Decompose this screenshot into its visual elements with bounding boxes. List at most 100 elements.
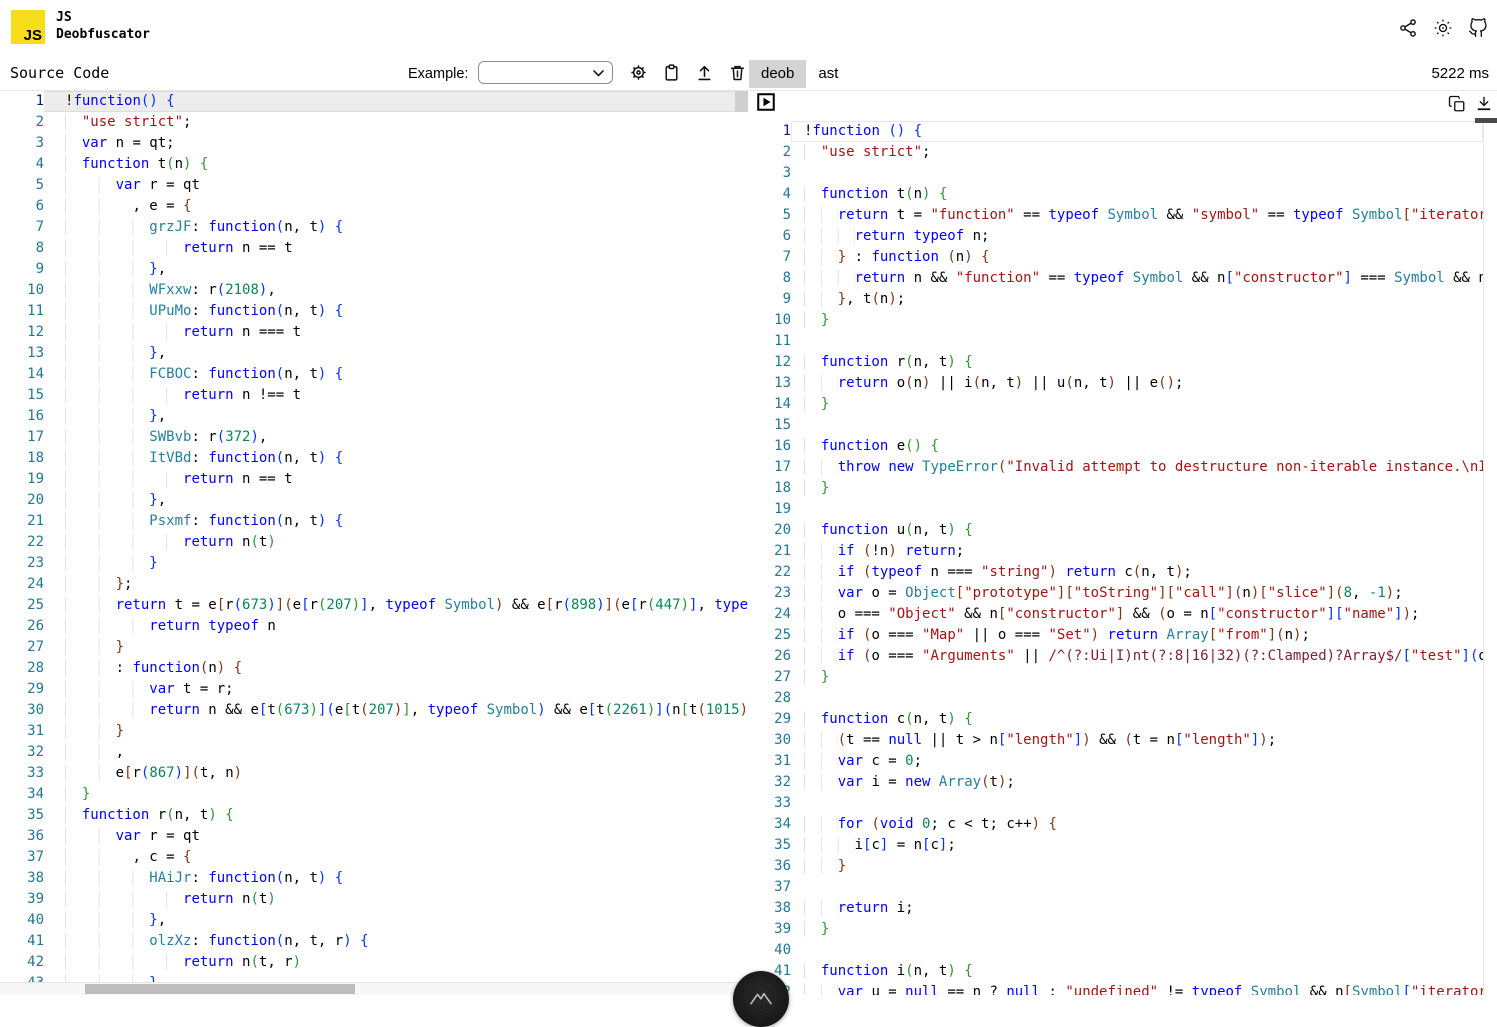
- code-line[interactable]: 28 : function(n) {: [0, 658, 748, 679]
- code-line[interactable]: 15 return n !== t: [0, 385, 748, 406]
- github-link-button[interactable]: [1466, 16, 1490, 40]
- code-line[interactable]: 3: [762, 163, 1483, 184]
- code-line-content[interactable]: }: [44, 553, 748, 574]
- code-line-content[interactable]: , e = {: [44, 196, 748, 217]
- left-editor-horizontal-scrollbar-thumb[interactable]: [85, 984, 355, 994]
- code-line[interactable]: 4 function t(n) {: [0, 154, 748, 175]
- code-line-content[interactable]: function u(n, t) {: [791, 520, 1483, 541]
- code-line[interactable]: 20 function u(n, t) {: [762, 520, 1483, 541]
- code-line[interactable]: 23 var o = Object["prototype"]["toString…: [762, 583, 1483, 604]
- code-line-content[interactable]: [791, 793, 1483, 814]
- copy-output-button[interactable]: [1445, 92, 1469, 116]
- code-line-content[interactable]: return n(t): [44, 532, 748, 553]
- code-line-content[interactable]: [791, 688, 1483, 709]
- code-line[interactable]: 34 for (void 0; c < t; c++) {: [762, 814, 1483, 835]
- code-line-content[interactable]: function i(n, t) {: [791, 961, 1483, 982]
- code-line-content[interactable]: var n = qt;: [44, 133, 748, 154]
- code-line-content[interactable]: return n(t, r): [44, 952, 748, 973]
- example-select[interactable]: [478, 61, 613, 84]
- deobfuscated-output-editor[interactable]: 1!function () {2 "use strict";34 functio…: [762, 121, 1484, 995]
- code-line[interactable]: 12 return n === t: [0, 322, 748, 343]
- code-line-content[interactable]: return typeof n;: [791, 226, 1483, 247]
- code-line-content[interactable]: }: [44, 784, 748, 805]
- code-line-content[interactable]: }: [791, 856, 1483, 877]
- code-line-content[interactable]: ItVBd: function(n, t) {: [44, 448, 748, 469]
- code-line-content[interactable]: return n == t: [44, 469, 748, 490]
- code-line-content[interactable]: if (!n) return;: [791, 541, 1483, 562]
- code-line[interactable]: 32 var i = new Array(t);: [762, 772, 1483, 793]
- code-line-content[interactable]: },: [44, 406, 748, 427]
- code-line[interactable]: 22 if (typeof n === "string") return c(n…: [762, 562, 1483, 583]
- code-line[interactable]: 39 return n(t): [0, 889, 748, 910]
- run-button[interactable]: [757, 93, 775, 111]
- theme-toggle-button[interactable]: [1431, 16, 1455, 40]
- code-line[interactable]: 15: [762, 415, 1483, 436]
- code-line[interactable]: 25 if (o === "Map" || o === "Set") retur…: [762, 625, 1483, 646]
- code-line-content[interactable]: [791, 499, 1483, 520]
- code-line-content[interactable]: var i = new Array(t);: [791, 772, 1483, 793]
- code-line[interactable]: 14 FCBOC: function(n, t) {: [0, 364, 748, 385]
- code-line-content[interactable]: }: [791, 310, 1483, 331]
- code-line[interactable]: 21 if (!n) return;: [762, 541, 1483, 562]
- upload-button[interactable]: [692, 60, 716, 84]
- code-line-content[interactable]: return i;: [791, 898, 1483, 919]
- analytics-widget-button[interactable]: [733, 971, 789, 1027]
- code-line-content[interactable]: var c = 0;: [791, 751, 1483, 772]
- code-line[interactable]: 10 }: [762, 310, 1483, 331]
- code-line[interactable]: 21 Psxmf: function(n, t) {: [0, 511, 748, 532]
- code-line[interactable]: 19 return n == t: [0, 469, 748, 490]
- code-line[interactable]: 3 var n = qt;: [0, 133, 748, 154]
- code-line-content[interactable]: }: [44, 637, 748, 658]
- code-line-content[interactable]: return n && "function" == typeof Symbol …: [791, 268, 1484, 289]
- code-line-content[interactable]: "use strict";: [44, 112, 748, 133]
- code-line-content[interactable]: throw new TypeError("Invalid attempt to …: [791, 457, 1484, 478]
- code-line[interactable]: 11 UPuMo: function(n, t) {: [0, 301, 748, 322]
- code-line-content[interactable]: i[c] = n[c];: [791, 835, 1483, 856]
- code-line[interactable]: 30 (t == null || t > n["length"]) && (t …: [762, 730, 1483, 751]
- download-output-button[interactable]: [1472, 92, 1496, 116]
- code-line-content[interactable]: : function(n) {: [44, 658, 748, 679]
- code-line[interactable]: 42 return n(t, r): [0, 952, 748, 973]
- code-line[interactable]: 35 function r(n, t) {: [0, 805, 748, 826]
- code-line-content[interactable]: return n !== t: [44, 385, 748, 406]
- code-line[interactable]: 38 return i;: [762, 898, 1483, 919]
- code-line-content[interactable]: return t = e[r(673)](e[r(207)], typeof S…: [44, 595, 748, 616]
- code-line-content[interactable]: function t(n) {: [44, 154, 748, 175]
- code-line-content[interactable]: [791, 163, 1483, 184]
- code-line-content[interactable]: function e() {: [791, 436, 1483, 457]
- code-line[interactable]: 29 var t = r;: [0, 679, 748, 700]
- code-line[interactable]: 7 grzJF: function(n, t) {: [0, 217, 748, 238]
- code-line-content[interactable]: if (o === "Arguments" || /^(?:Ui|I)nt(?:…: [791, 646, 1484, 667]
- code-line-content[interactable]: var r = qt: [44, 826, 748, 847]
- code-line-content[interactable]: !function () {: [791, 121, 1483, 142]
- code-line-content[interactable]: SWBvb: r(372),: [44, 427, 748, 448]
- code-line-content[interactable]: [791, 877, 1483, 898]
- code-line[interactable]: 24 };: [0, 574, 748, 595]
- code-line-content[interactable]: , c = {: [44, 847, 748, 868]
- code-line-content[interactable]: Psxmf: function(n, t) {: [44, 511, 748, 532]
- code-line[interactable]: 38 HAiJr: function(n, t) {: [0, 868, 748, 889]
- code-line[interactable]: 13 return o(n) || i(n, t) || u(n, t) || …: [762, 373, 1483, 394]
- right-editor-scrollbar-decoration[interactable]: [1475, 118, 1497, 123]
- code-line[interactable]: 8 return n == t: [0, 238, 748, 259]
- code-line[interactable]: 32 ,: [0, 742, 748, 763]
- code-line[interactable]: 5 var r = qt: [0, 175, 748, 196]
- code-line-content[interactable]: "use strict";: [791, 142, 1483, 163]
- code-line-content[interactable]: var r = qt: [44, 175, 748, 196]
- code-line[interactable]: 25 return t = e[r(673)](e[r(207)], typeo…: [0, 595, 748, 616]
- code-line-content[interactable]: }: [791, 667, 1483, 688]
- code-line[interactable]: 41 olzXz: function(n, t, r) {: [0, 931, 748, 952]
- code-line[interactable]: 13 },: [0, 343, 748, 364]
- code-line[interactable]: 23 }: [0, 553, 748, 574]
- code-line-content[interactable]: UPuMo: function(n, t) {: [44, 301, 748, 322]
- code-line-content[interactable]: } : function (n) {: [791, 247, 1483, 268]
- code-line-content[interactable]: o === "Object" && n["constructor"] && (o…: [791, 604, 1483, 625]
- code-line-content[interactable]: },: [44, 490, 748, 511]
- code-line-content[interactable]: },: [44, 343, 748, 364]
- code-line-content[interactable]: var u = null == n ? null : "undefined" !…: [791, 982, 1484, 995]
- code-line-content[interactable]: };: [44, 574, 748, 595]
- code-line[interactable]: 33: [762, 793, 1483, 814]
- code-line-content[interactable]: }: [44, 721, 748, 742]
- code-line[interactable]: 9 },: [0, 259, 748, 280]
- code-line[interactable]: 31 var c = 0;: [762, 751, 1483, 772]
